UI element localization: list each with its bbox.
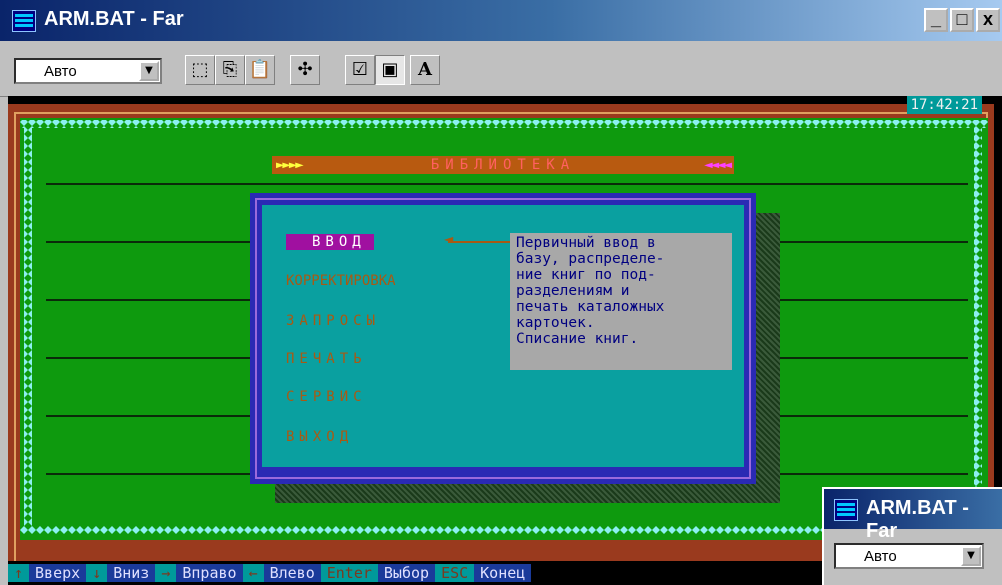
right-label: Вправо xyxy=(176,564,243,582)
font-size-select[interactable]: Авто ▼ xyxy=(14,58,162,84)
library-banner: ►►►► БИБЛИОТЕКА ◄◄◄◄ xyxy=(272,156,734,174)
up-label: Вверх xyxy=(29,564,87,582)
right-key[interactable]: → xyxy=(155,564,177,582)
background-icon[interactable]: ▣ xyxy=(375,55,405,85)
copy-icon[interactable]: ⎘ xyxy=(215,55,245,85)
maximize-button[interactable]: □ xyxy=(950,8,974,32)
grid-line xyxy=(46,183,968,185)
second-title-bar[interactable]: ARM.BAT - Far xyxy=(824,489,1002,542)
chevron-down-icon[interactable]: ▼ xyxy=(961,546,981,566)
up-key[interactable]: ↑ xyxy=(8,564,30,582)
paste-icon[interactable]: 📋 xyxy=(245,55,275,85)
far-window: ARM.BAT - Far _ □ x Авто ▼ ⬚ ⎘ 📋 ✣ ☑ ▣ A xyxy=(0,0,1002,585)
second-font-size-select[interactable]: Авто ▼ xyxy=(834,543,984,569)
close-button[interactable]: x xyxy=(976,8,1000,32)
down-label: Вниз xyxy=(107,564,156,582)
left-arrows-icon: ◄◄◄◄ xyxy=(704,157,732,173)
second-font-size-value: Авто xyxy=(864,548,897,565)
marquee-select-icon[interactable]: ⬚ xyxy=(185,55,215,85)
down-key[interactable]: ↓ xyxy=(86,564,108,582)
font-icon[interactable]: A xyxy=(410,55,440,85)
enter-label: Выбор xyxy=(377,564,436,582)
menu-description: Первичный ввод в базу, распределе- ние к… xyxy=(510,233,732,370)
left-label: Влево xyxy=(263,564,321,582)
clock: 17:42:21 xyxy=(906,96,982,114)
second-far-window[interactable]: ARM.BAT - Far Авто ▼ xyxy=(822,487,1002,585)
minimize-button[interactable]: _ xyxy=(924,8,948,32)
font-size-value: Авто xyxy=(44,63,77,80)
app-icon[interactable] xyxy=(834,499,858,521)
banner-title: БИБЛИОТЕКА xyxy=(430,157,576,173)
left-key[interactable]: ← xyxy=(242,564,264,582)
enter-key[interactable]: Enter xyxy=(320,564,378,582)
fullscreen-icon[interactable]: ✣ xyxy=(290,55,320,85)
menu-item-zaprosy[interactable]: ЗАПРОСЫ xyxy=(286,313,380,329)
pointer-arrow-icon xyxy=(444,232,510,246)
window-title: ARM.BAT - Far xyxy=(44,8,184,30)
esc-key[interactable]: ESC xyxy=(435,564,475,582)
toolbar: Авто ▼ ⬚ ⎘ 📋 ✣ ☑ ▣ A xyxy=(0,41,1002,97)
menu-item-pechat[interactable]: ПЕЧАТЬ xyxy=(286,351,367,367)
properties-icon[interactable]: ☑ xyxy=(345,55,375,85)
menu-item-korrektirovka[interactable]: КОРРЕКТИРОВКА xyxy=(286,273,396,289)
second-window-title: ARM.BAT - Far xyxy=(866,497,969,542)
app-icon[interactable] xyxy=(12,10,36,32)
menu-item-servis[interactable]: СЕРВИС xyxy=(286,389,367,405)
title-bar[interactable]: ARM.BAT - Far _ □ x xyxy=(0,0,1002,41)
menu-item-vyhod[interactable]: ВЫХОД xyxy=(286,429,353,445)
chevron-down-icon[interactable]: ▼ xyxy=(139,61,159,81)
esc-label: Конец xyxy=(474,564,532,582)
menu-item-vvod[interactable]: ВВОД xyxy=(286,234,374,250)
